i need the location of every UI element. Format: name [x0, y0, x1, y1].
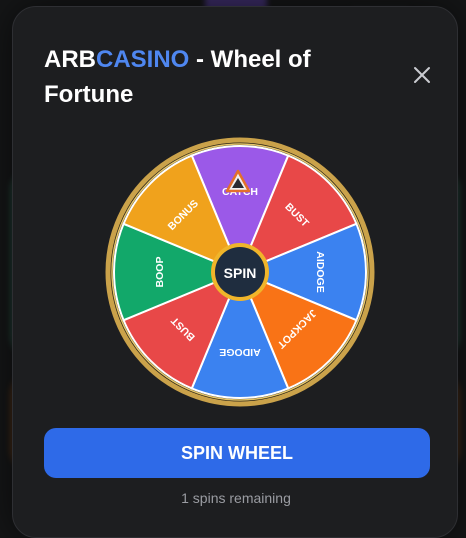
close-icon[interactable] — [408, 61, 436, 89]
wheel-segment-label: AIDOGE — [219, 346, 260, 358]
fortune-wheel[interactable]: CATCHBUSTAIDOGEJACKPOTAIDOGEBUSTBOOPBONU… — [105, 137, 375, 407]
wheel-of-fortune-modal: ARBCASINO - Wheel of Fortune CATCHBUSTAI… — [12, 6, 458, 538]
spins-remaining-text: spins remaining — [188, 490, 291, 506]
spins-remaining: 1 spins remaining — [13, 490, 459, 506]
modal-title: ARBCASINO - Wheel of Fortune — [44, 42, 364, 112]
spin-hub-button[interactable]: SPIN — [211, 243, 269, 301]
wheel-graphic: CATCHBUSTAIDOGEJACKPOTAIDOGEBUSTBOOPBONU… — [105, 137, 375, 407]
wheel-segment-label: BOOP — [154, 257, 166, 288]
spin-wheel-button[interactable]: SPIN WHEEL — [44, 428, 430, 478]
hub-label: SPIN — [224, 265, 257, 281]
title-brand-accent: CASINO — [96, 46, 190, 73]
spins-remaining-count: 1 — [181, 490, 189, 506]
title-brand-prefix: ARB — [44, 46, 96, 73]
wheel-segment-label: AIDOGE — [314, 251, 326, 292]
